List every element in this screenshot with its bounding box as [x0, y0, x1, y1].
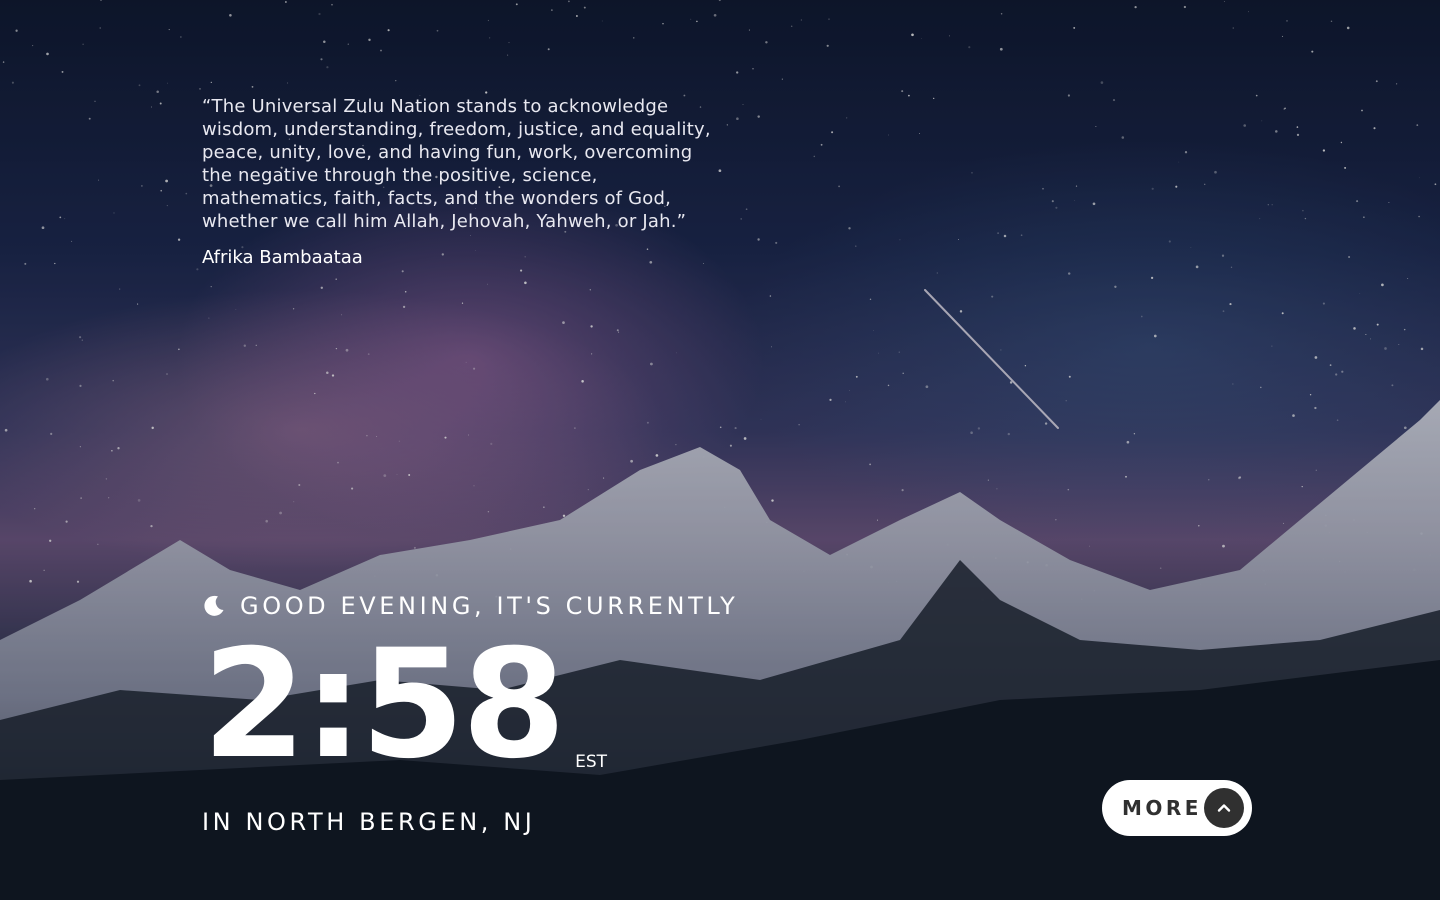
moon-icon — [204, 595, 224, 616]
quote-author: Afrika Bambaataa — [202, 247, 363, 268]
more-button[interactable]: MORE — [1102, 780, 1252, 836]
clock-timezone: EST — [575, 752, 608, 772]
quote-text: “The Universal Zulu Nation stands to ack… — [202, 96, 711, 232]
clock: 2:58 EST — [202, 630, 607, 780]
more-button-label: MORE — [1122, 796, 1202, 820]
greeting-text: GOOD EVENING, IT'S CURRENTLY — [240, 592, 739, 620]
location-text: IN NORTH BERGEN, NJ — [202, 808, 536, 836]
greeting: GOOD EVENING, IT'S CURRENTLY — [202, 592, 738, 620]
clock-time: 2:58 — [202, 618, 566, 792]
chevron-up-icon — [1204, 788, 1244, 828]
quote-block: “The Universal Zulu Nation stands to ack… — [202, 95, 722, 268]
